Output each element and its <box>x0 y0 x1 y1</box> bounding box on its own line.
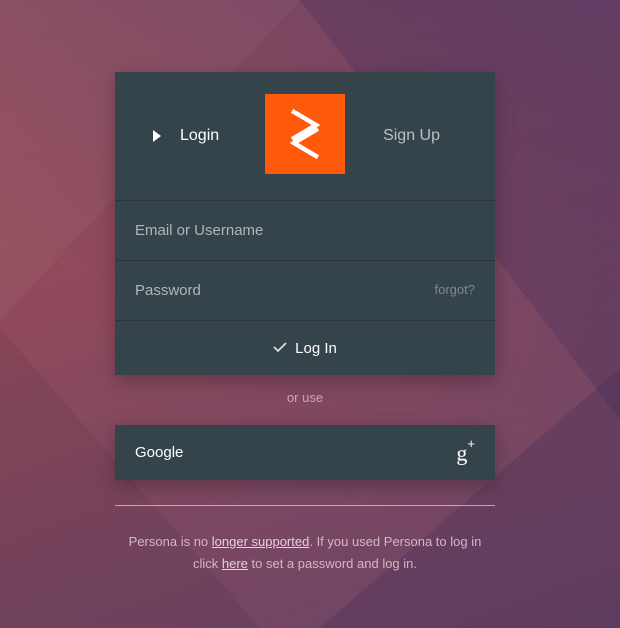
longer-supported-link[interactable]: longer supported <box>212 534 310 549</box>
log-in-button[interactable]: Log In <box>115 321 495 375</box>
here-link[interactable]: here <box>222 556 248 571</box>
tab-signup[interactable]: Sign Up <box>383 124 440 148</box>
log-in-button-label: Log In <box>295 339 337 357</box>
tab-login-label: Login <box>180 127 220 144</box>
google-login-button[interactable]: Google g+ <box>115 425 495 480</box>
persona-notice: Persona is no longer supported. If you u… <box>115 531 495 575</box>
check-icon <box>273 342 287 352</box>
email-field[interactable] <box>115 201 495 260</box>
divider <box>115 505 495 506</box>
notice-text-3: to set a password and log in. <box>247 556 418 571</box>
google-plus-icon: g+ <box>456 435 475 466</box>
play-icon <box>153 130 161 142</box>
notice-text-1: Persona is no <box>128 534 212 549</box>
email-field-row <box>115 201 495 261</box>
logo-chevrons-icon <box>289 108 321 160</box>
auth-tabs: Login Sign Up <box>115 72 495 201</box>
or-use-label: or use <box>286 390 324 405</box>
login-card: Login Sign Up forgot? Log In <box>115 72 495 375</box>
logo <box>265 94 345 174</box>
google-label: Google <box>135 444 184 461</box>
tab-login[interactable]: Login <box>153 124 219 148</box>
forgot-password-link[interactable]: forgot? <box>435 282 475 297</box>
password-field-row: forgot? <box>115 261 495 321</box>
